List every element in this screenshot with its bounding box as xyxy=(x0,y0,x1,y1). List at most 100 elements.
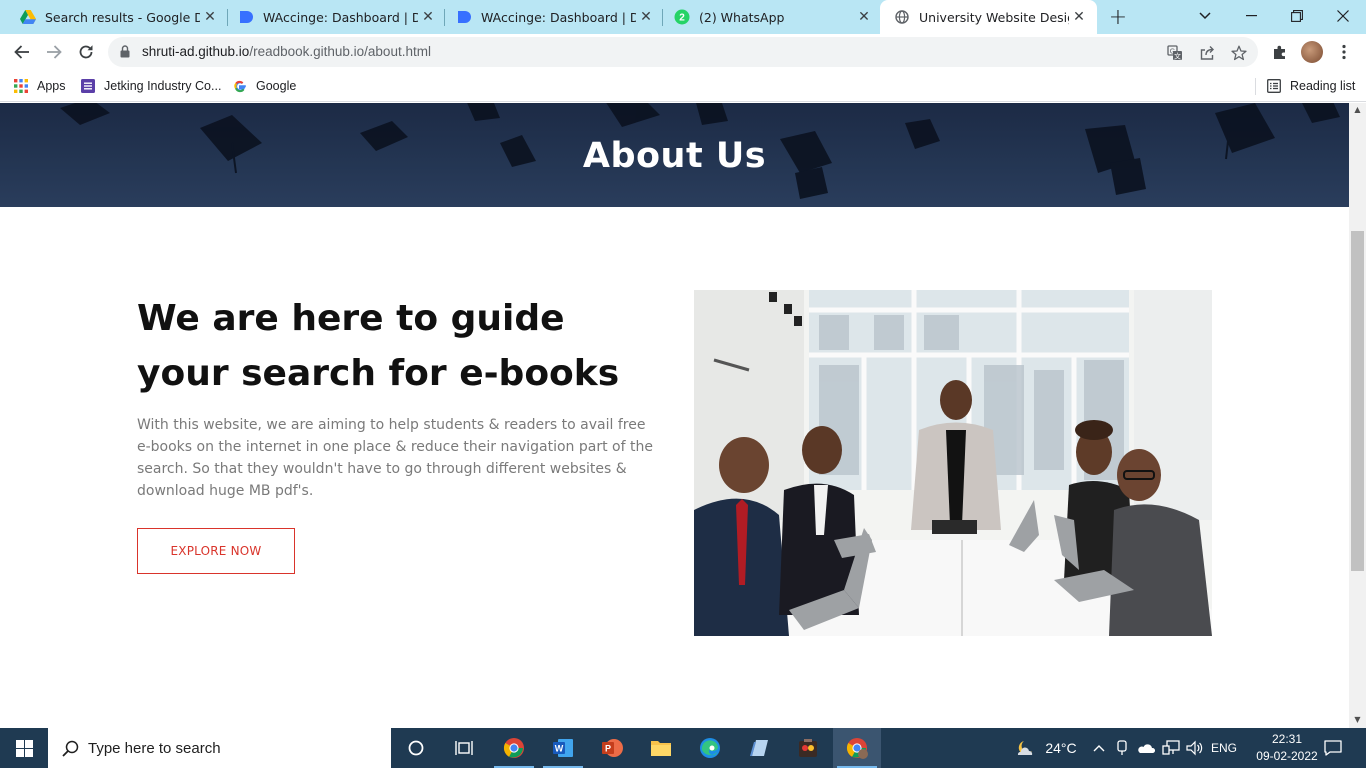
taskbar-app-blue[interactable] xyxy=(735,728,783,768)
cortana-icon xyxy=(408,740,424,756)
back-button[interactable] xyxy=(8,38,36,66)
team-meeting-photo xyxy=(694,290,1212,636)
tab-waccinge-1[interactable]: WAccinge: Dashboard | Devfo ✕ xyxy=(224,0,446,34)
taskbar-chrome-profile[interactable] xyxy=(833,728,881,768)
taskbar-word[interactable]: W xyxy=(539,728,587,768)
svg-text:文: 文 xyxy=(1174,52,1181,61)
close-tab-icon[interactable]: ✕ xyxy=(854,7,874,27)
close-tab-icon[interactable]: ✕ xyxy=(200,7,220,27)
tab-waccinge-2[interactable]: WAccinge: Dashboard | Devfo ✕ xyxy=(442,0,664,34)
browser-toolbar: shruti-ad.github.io/readbook.github.io/a… xyxy=(0,34,1366,70)
tab-label: University Website Design - I xyxy=(919,9,1069,25)
taskbar-file-explorer[interactable] xyxy=(637,728,685,768)
weather-icon[interactable] xyxy=(1012,728,1038,768)
url-text[interactable]: shruti-ad.github.io/readbook.github.io/a… xyxy=(142,44,431,59)
taskbar-edge[interactable] xyxy=(686,728,734,768)
taskbar-search-box[interactable]: Type here to search xyxy=(48,728,391,768)
notifications-icon[interactable] xyxy=(1318,728,1348,768)
network-icon[interactable] xyxy=(1160,728,1182,768)
notes-app-icon xyxy=(750,740,768,756)
apps-grid-icon xyxy=(13,78,29,94)
tab-label: WAccinge: Dashboard | Devfo xyxy=(263,9,418,25)
scrollbar-thumb[interactable] xyxy=(1351,231,1364,571)
taskbar-chrome[interactable] xyxy=(490,728,538,768)
globe-icon xyxy=(894,9,910,25)
clock-date: 09-02-2022 xyxy=(1256,749,1318,763)
extensions-icon[interactable] xyxy=(1270,42,1290,62)
more-menu-icon[interactable] xyxy=(1334,42,1354,62)
profile-avatar[interactable] xyxy=(1301,41,1323,63)
chrome-icon xyxy=(503,738,524,758)
tab-label: WAccinge: Dashboard | Devfo xyxy=(481,9,636,25)
bookmark-label: Google xyxy=(256,79,297,93)
meet-now-icon[interactable] xyxy=(1114,728,1132,768)
section-description: With this website, we are aiming to help… xyxy=(137,417,653,499)
lock-icon xyxy=(120,45,130,58)
word-icon: W xyxy=(553,739,573,757)
svg-text:W: W xyxy=(555,744,564,754)
translate-icon[interactable]: G文 xyxy=(1166,44,1184,62)
tab-whatsapp[interactable]: 2 (2) WhatsApp ✕ xyxy=(660,0,882,34)
minimize-button[interactable] xyxy=(1228,0,1274,32)
restore-button[interactable] xyxy=(1274,0,1320,32)
new-tab-button[interactable]: + xyxy=(1106,5,1130,30)
reading-list-button[interactable]: Reading list xyxy=(1266,76,1355,96)
cortana-button[interactable] xyxy=(392,728,440,768)
bookmarks-bar: Apps Jetking Industry Co... Google Readi… xyxy=(0,70,1366,102)
close-tab-icon[interactable]: ✕ xyxy=(418,7,438,27)
clock-time: 22:31 xyxy=(1271,732,1303,746)
whatsapp-icon: 2 xyxy=(674,9,690,25)
scroll-down-arrow-icon[interactable]: ▼ xyxy=(1353,715,1362,724)
page-scrollbar[interactable]: ▲ ▼ xyxy=(1349,103,1366,728)
reload-button[interactable] xyxy=(72,38,100,66)
explore-now-button[interactable]: EXPLORE NOW xyxy=(137,528,295,574)
windows-logo-icon xyxy=(15,739,33,757)
share-icon[interactable] xyxy=(1198,44,1216,62)
chrome-profile-icon xyxy=(846,738,868,759)
taskbar-powerpoint[interactable]: P xyxy=(588,728,636,768)
bookmark-apps[interactable]: Apps xyxy=(13,76,66,96)
devfolio-icon xyxy=(456,9,472,25)
forward-button[interactable] xyxy=(40,38,68,66)
show-hidden-icons-chevron-icon[interactable] xyxy=(1090,728,1108,768)
system-clock[interactable]: 22:31 09-02-2022 xyxy=(1252,731,1322,765)
start-button[interactable] xyxy=(0,728,48,768)
input-language[interactable]: ENG xyxy=(1208,728,1240,768)
task-view-button[interactable] xyxy=(440,728,488,768)
tab-strip: Search results - Google Drive ✕ WAccinge… xyxy=(0,0,1366,34)
tab-label: Search results - Google Drive xyxy=(45,9,200,25)
bookmarks-divider xyxy=(1255,78,1256,95)
media-app-icon xyxy=(799,739,817,757)
jetking-icon xyxy=(80,78,96,94)
tab-google-drive[interactable]: Search results - Google Drive ✕ xyxy=(6,0,228,34)
tab-label: (2) WhatsApp xyxy=(699,9,785,25)
tab-university-website[interactable]: University Website Design - I ✕ xyxy=(880,0,1097,34)
volume-icon[interactable] xyxy=(1184,728,1206,768)
close-tab-icon[interactable]: ✕ xyxy=(636,7,656,27)
bookmark-google[interactable]: Google xyxy=(232,76,296,96)
page-viewport: About Us We are here to guide your searc… xyxy=(0,103,1349,728)
hero-banner: About Us xyxy=(0,103,1349,207)
weather-temperature[interactable]: 24°C xyxy=(1040,728,1082,768)
section-headline: We are here to guide your search for e-b… xyxy=(137,298,620,394)
address-bar[interactable]: shruti-ad.github.io/readbook.github.io/a… xyxy=(108,37,1258,67)
close-tab-icon[interactable]: ✕ xyxy=(1069,7,1089,27)
close-window-button[interactable] xyxy=(1320,0,1366,32)
url-host: shruti-ad.github.io xyxy=(142,44,250,59)
bookmark-label: Jetking Industry Co... xyxy=(104,79,222,93)
taskbar-app-media[interactable] xyxy=(784,728,832,768)
google-icon xyxy=(232,78,248,94)
tab-search-chevron-icon[interactable] xyxy=(1182,0,1228,32)
bookmark-jetking[interactable]: Jetking Industry Co... xyxy=(80,76,221,96)
onedrive-icon[interactable] xyxy=(1136,728,1156,768)
whatsapp-badge: 2 xyxy=(679,13,685,24)
windows-taskbar: Type here to search W P 24°C ENG 22:31 0… xyxy=(0,728,1366,768)
search-icon xyxy=(60,738,80,758)
page-title: About Us xyxy=(582,136,767,176)
task-view-icon xyxy=(455,741,473,755)
scroll-up-arrow-icon[interactable]: ▲ xyxy=(1353,105,1362,114)
url-path: /readbook.github.io/about.html xyxy=(249,44,431,59)
svg-text:P: P xyxy=(605,744,611,754)
bookmark-star-icon[interactable] xyxy=(1230,44,1248,62)
edge-icon xyxy=(700,738,720,758)
